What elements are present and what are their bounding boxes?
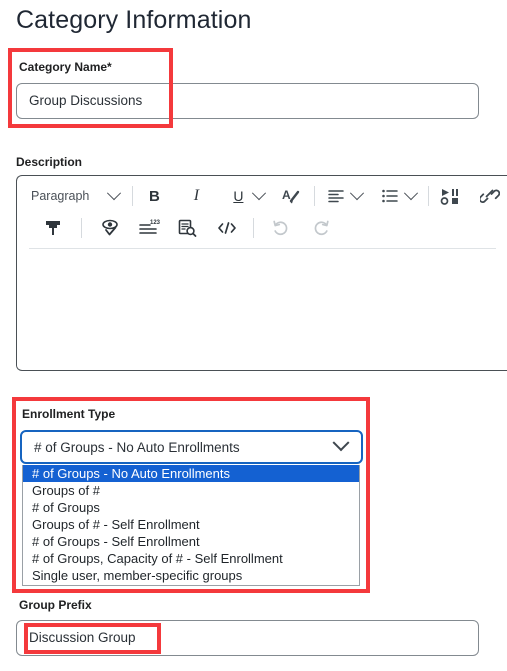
text-color-icon: A (282, 188, 300, 204)
list-button[interactable] (376, 182, 404, 210)
underline-dropdown-button[interactable] (252, 182, 267, 210)
group-prefix-input[interactable]: Discussion Group (16, 620, 479, 656)
option-item[interactable]: Groups of # (23, 482, 359, 499)
option-item[interactable]: # of Groups (23, 499, 359, 516)
insert-media-button[interactable] (436, 182, 464, 210)
page-title: Category Information (16, 6, 252, 34)
enrollment-type-option-list[interactable]: # of Groups - No Auto Enrollments Groups… (22, 465, 360, 586)
option-item[interactable]: # of Groups - No Auto Enrollments (23, 465, 359, 482)
chevron-down-icon (107, 186, 122, 201)
toolbar-divider (81, 218, 82, 238)
category-name-label-text: Category Name (19, 60, 108, 74)
bold-icon: B (148, 187, 160, 205)
editor-toolbar: Paragraph B I U A 123 (17, 176, 507, 244)
format-painter-button[interactable] (39, 214, 67, 242)
italic-button[interactable]: I (182, 182, 210, 210)
word-count-button[interactable]: 123 (135, 214, 163, 242)
category-name-input[interactable]: Group Discussions (16, 83, 479, 119)
option-item[interactable]: # of Groups - Self Enrollment (23, 533, 359, 550)
editor-toolbar-row-1: Paragraph B I U A (17, 180, 507, 212)
option-item[interactable]: Groups of # - Self Enrollment (23, 516, 359, 533)
redo-icon (314, 220, 329, 236)
required-asterisk: * (107, 60, 112, 74)
source-code-icon (218, 222, 236, 234)
word-count-icon: 123 (139, 220, 160, 234)
redo-button[interactable] (307, 214, 335, 242)
bold-button[interactable]: B (140, 182, 168, 210)
insert-link-button[interactable] (476, 182, 504, 210)
list-dropdown-button[interactable] (404, 182, 419, 210)
italic-icon: I (193, 187, 200, 204)
category-name-label: Category Name* (19, 60, 112, 74)
underline-icon: U (233, 188, 244, 204)
chevron-down-icon (252, 186, 267, 201)
toolbar-divider (253, 218, 254, 238)
format-painter-icon (46, 221, 60, 235)
bulleted-list-icon (382, 189, 399, 203)
chevron-down-icon (332, 434, 350, 452)
toolbar-divider (132, 186, 134, 206)
underline-button[interactable]: U (224, 182, 252, 210)
svg-text:A: A (282, 188, 291, 202)
group-prefix-label: Group Prefix (19, 598, 92, 612)
preview-search-icon (178, 219, 197, 237)
enrollment-type-selected-value: # of Groups - No Auto Enrollments (34, 439, 240, 455)
align-dropdown-button[interactable] (350, 182, 365, 210)
editor-toolbar-row-2: 123 (17, 212, 507, 244)
undo-button[interactable] (267, 214, 295, 242)
accessibility-eye-icon (102, 219, 118, 236)
chevron-down-icon (350, 186, 365, 201)
source-code-button[interactable] (213, 214, 241, 242)
paragraph-style-select[interactable]: Paragraph (25, 182, 125, 210)
text-color-button[interactable]: A (276, 182, 304, 210)
chevron-down-icon (404, 186, 419, 201)
align-left-icon (328, 190, 345, 203)
option-item[interactable]: # of Groups, Capacity of # - Self Enroll… (23, 550, 359, 567)
preview-button[interactable] (173, 214, 201, 242)
description-textarea[interactable] (17, 249, 507, 369)
description-label: Description (16, 155, 83, 169)
enrollment-type-select[interactable]: # of Groups - No Auto Enrollments (20, 430, 363, 464)
paragraph-style-label: Paragraph (31, 189, 90, 203)
link-icon (480, 189, 501, 203)
toolbar-divider (314, 186, 316, 206)
svg-text:123: 123 (150, 220, 160, 226)
toolbar-divider (428, 186, 430, 206)
description-editor[interactable]: Paragraph B I U A 123 (16, 175, 507, 371)
enrollment-type-label: Enrollment Type (22, 407, 116, 421)
undo-icon (273, 220, 288, 236)
option-item[interactable]: Single user, member-specific groups (23, 567, 359, 584)
align-button[interactable] (322, 182, 350, 210)
media-icon (441, 189, 459, 205)
accessibility-check-button[interactable] (97, 214, 125, 242)
